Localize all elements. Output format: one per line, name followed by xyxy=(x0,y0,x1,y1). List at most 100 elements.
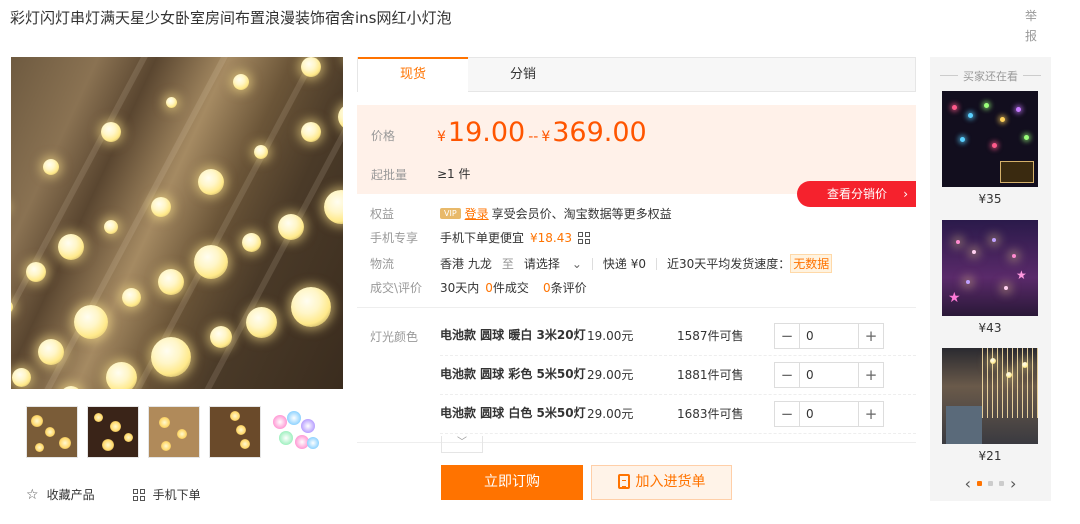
light-bulb xyxy=(198,169,224,195)
clipboard-icon xyxy=(617,474,630,489)
thumbnail-strip xyxy=(26,406,322,458)
thumbnail[interactable] xyxy=(209,406,261,458)
rights-text: 享受会员价、淘宝数据等更多权益 xyxy=(491,207,672,221)
orders-suffix: 件成交 xyxy=(492,281,529,295)
sku-row: 电池款 圆球 彩色 5米50灯 29.00元 1881件可售 − 0 + xyxy=(440,355,916,395)
buy-now-button[interactable]: 立即订购 xyxy=(441,465,583,500)
thumbnail[interactable] xyxy=(26,406,78,458)
favorite-button[interactable]: ☆ 收藏产品 xyxy=(26,486,95,503)
moq-label: 起批量 xyxy=(371,168,408,182)
sku-stock: 1683件可售 xyxy=(677,407,744,421)
light-bulb xyxy=(301,57,321,77)
rights-label: 权益 xyxy=(370,207,395,221)
sku-price: 29.00元 xyxy=(587,407,634,421)
light-bulb xyxy=(245,306,277,338)
vip-badge-icon: VIP xyxy=(440,208,461,219)
decrement-button[interactable]: − xyxy=(775,401,799,426)
mobile-text: 手机下单更便宜 xyxy=(440,231,525,245)
quantity-input[interactable]: 0 xyxy=(799,323,859,348)
thumbnail[interactable] xyxy=(270,406,322,458)
reviews-count[interactable]: 0 xyxy=(543,281,551,295)
sku-stock: 1881件可售 xyxy=(677,368,744,382)
thumbnail[interactable] xyxy=(148,406,200,458)
light-bulb xyxy=(43,159,59,175)
tab-in-stock[interactable]: 现货 xyxy=(358,57,468,92)
light-bulb xyxy=(241,232,261,252)
shipping-speed-label: 近30天平均发货速度： xyxy=(667,257,791,271)
login-link[interactable]: 登录 xyxy=(465,205,489,222)
trade-row: 成交\评价 30天内 0 件成交 0 条评价 xyxy=(370,279,587,296)
recommendation-pager: ‹ › xyxy=(930,474,1051,493)
increment-button[interactable]: + xyxy=(859,323,883,348)
logistics-to: 至 xyxy=(501,257,514,271)
recommendation-price: ¥35 xyxy=(978,192,1002,206)
light-bulb xyxy=(105,361,137,389)
sku-name: 电池款 圆球 暖白 3米20灯 xyxy=(440,328,586,342)
report-link[interactable]: 举报 xyxy=(1024,6,1038,46)
light-bulb xyxy=(121,287,141,307)
chevron-down-icon: ⌄ xyxy=(571,257,582,271)
add-to-cart-label: 加入进货单 xyxy=(635,474,706,490)
pager-dot[interactable] xyxy=(988,481,993,486)
offer-tabs: 现货 分销 xyxy=(357,57,916,92)
light-bulb xyxy=(233,74,249,90)
price-label: 价格 xyxy=(371,129,396,143)
tab-distribution[interactable]: 分销 xyxy=(468,58,578,91)
recommendation-image[interactable] xyxy=(942,91,1038,187)
trade-prefix: 30天内 xyxy=(440,281,480,295)
price-low: 19.00 xyxy=(447,117,526,148)
light-bulb xyxy=(151,197,171,217)
view-distribution-price-button[interactable]: 查看分销价 › xyxy=(797,181,916,207)
chevron-right-icon[interactable]: › xyxy=(1010,474,1016,493)
qr-code-icon xyxy=(132,488,145,501)
main-product-image[interactable] xyxy=(11,57,343,389)
quantity-stepper: − 0 + xyxy=(774,400,884,427)
decrement-button[interactable]: − xyxy=(775,323,799,348)
decrement-button[interactable]: − xyxy=(775,362,799,387)
rights-row: 权益 VIP 登录 享受会员价、淘宝数据等更多权益 xyxy=(370,205,672,222)
destination-select-label: 请选择 xyxy=(523,257,560,271)
thumbnail[interactable] xyxy=(87,406,139,458)
mobile-price: ¥18.43 xyxy=(530,230,573,245)
light-bulb xyxy=(60,386,82,389)
mobile-order-button[interactable]: 手机下单 xyxy=(132,486,201,503)
sku-stock: 1587件可售 xyxy=(677,329,744,343)
price-range: ¥ 19.00 -- ¥ 369.00 xyxy=(437,117,647,148)
light-bulb xyxy=(324,190,343,224)
increment-button[interactable]: + xyxy=(859,362,883,387)
recommendation-item[interactable]: ¥35 xyxy=(942,91,1038,206)
sku-name: 电池款 圆球 彩色 5米50灯 xyxy=(440,367,586,381)
moq-value: ≥1 件 xyxy=(437,167,471,181)
recommendation-panel: 买家还在看 ¥35 ★ ★ ¥43 ¥21 ‹ › xyxy=(930,57,1051,501)
pager-dot[interactable] xyxy=(999,481,1004,486)
recommendation-title: 买家还在看 xyxy=(930,68,1051,84)
sku-name: 电池款 圆球 白色 5米50灯 xyxy=(440,406,586,420)
light-bulb xyxy=(194,245,228,279)
light-bulb xyxy=(58,234,84,260)
quantity-stepper: − 0 + xyxy=(774,361,884,388)
light-bulb xyxy=(38,339,64,365)
quantity-input[interactable]: 0 xyxy=(799,362,859,387)
price-dash: -- xyxy=(528,129,539,145)
shipping-speed-value: 无数据 xyxy=(790,254,833,273)
recommendation-price: ¥21 xyxy=(978,449,1002,463)
sku-price: 29.00元 xyxy=(587,368,634,382)
reviews-suffix[interactable]: 条评价 xyxy=(551,279,587,296)
qr-code-icon[interactable] xyxy=(578,231,591,244)
add-to-cart-button[interactable]: 加入进货单 xyxy=(591,465,732,500)
chevron-left-icon[interactable]: ‹ xyxy=(965,474,971,493)
recommendation-image[interactable]: ★ ★ xyxy=(942,220,1038,316)
increment-button[interactable]: + xyxy=(859,401,883,426)
light-bulb xyxy=(165,96,177,108)
destination-select[interactable]: 请选择 ⌄ xyxy=(524,255,582,272)
logistics-origin: 香港 九龙 xyxy=(440,257,492,271)
light-bulb xyxy=(74,305,108,339)
recommendation-image[interactable] xyxy=(942,348,1038,444)
expand-sku-button[interactable]: ﹀ xyxy=(441,436,483,453)
recommendation-item[interactable]: ¥21 xyxy=(942,348,1038,463)
quantity-input[interactable]: 0 xyxy=(799,401,859,426)
pager-dot[interactable] xyxy=(977,481,982,486)
light-bulb xyxy=(101,122,121,142)
recommendation-item[interactable]: ★ ★ ¥43 xyxy=(942,220,1038,335)
currency-symbol: ¥ xyxy=(437,129,446,145)
